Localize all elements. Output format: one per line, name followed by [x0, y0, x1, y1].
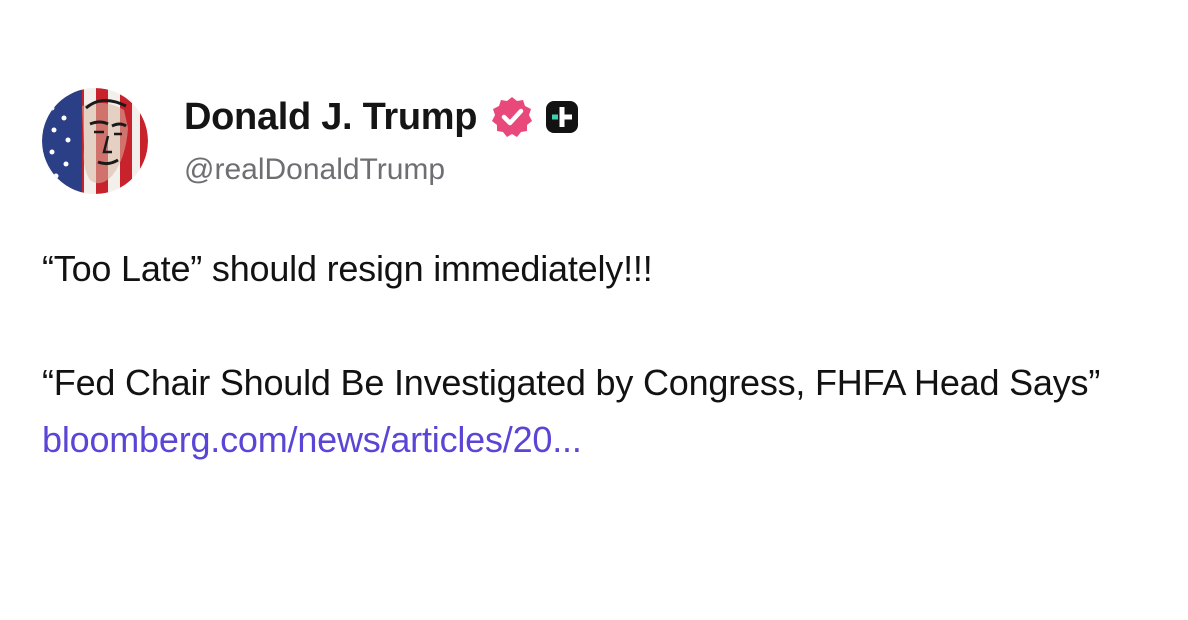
- verified-badge-icon: [489, 94, 535, 140]
- author-identity: Donald J. Trump @realDonaldTrump: [184, 95, 579, 187]
- post-paragraph-2: “Fed Chair Should Be Investigated by Con…: [42, 354, 1148, 468]
- headline-text: “Fed Chair Should Be Investigated by Con…: [42, 362, 1101, 403]
- post-body: “Too Late” should resign immediately!!! …: [42, 240, 1148, 468]
- flag-portrait-icon: [42, 88, 148, 194]
- avatar[interactable]: [42, 88, 148, 194]
- article-link[interactable]: bloomberg.com/news/articles/20...: [42, 419, 582, 460]
- display-name[interactable]: Donald J. Trump: [184, 96, 478, 139]
- post-header: Donald J. Trump @realDonaldTrump: [42, 88, 1148, 194]
- name-row: Donald J. Trump: [184, 95, 579, 139]
- post-card: Donald J. Trump @realDonaldTrump “Too La…: [0, 0, 1188, 620]
- plus-badge-icon: [545, 100, 579, 134]
- post-paragraph-1: “Too Late” should resign immediately!!!: [42, 248, 653, 289]
- author-handle[interactable]: @realDonaldTrump: [184, 153, 579, 187]
